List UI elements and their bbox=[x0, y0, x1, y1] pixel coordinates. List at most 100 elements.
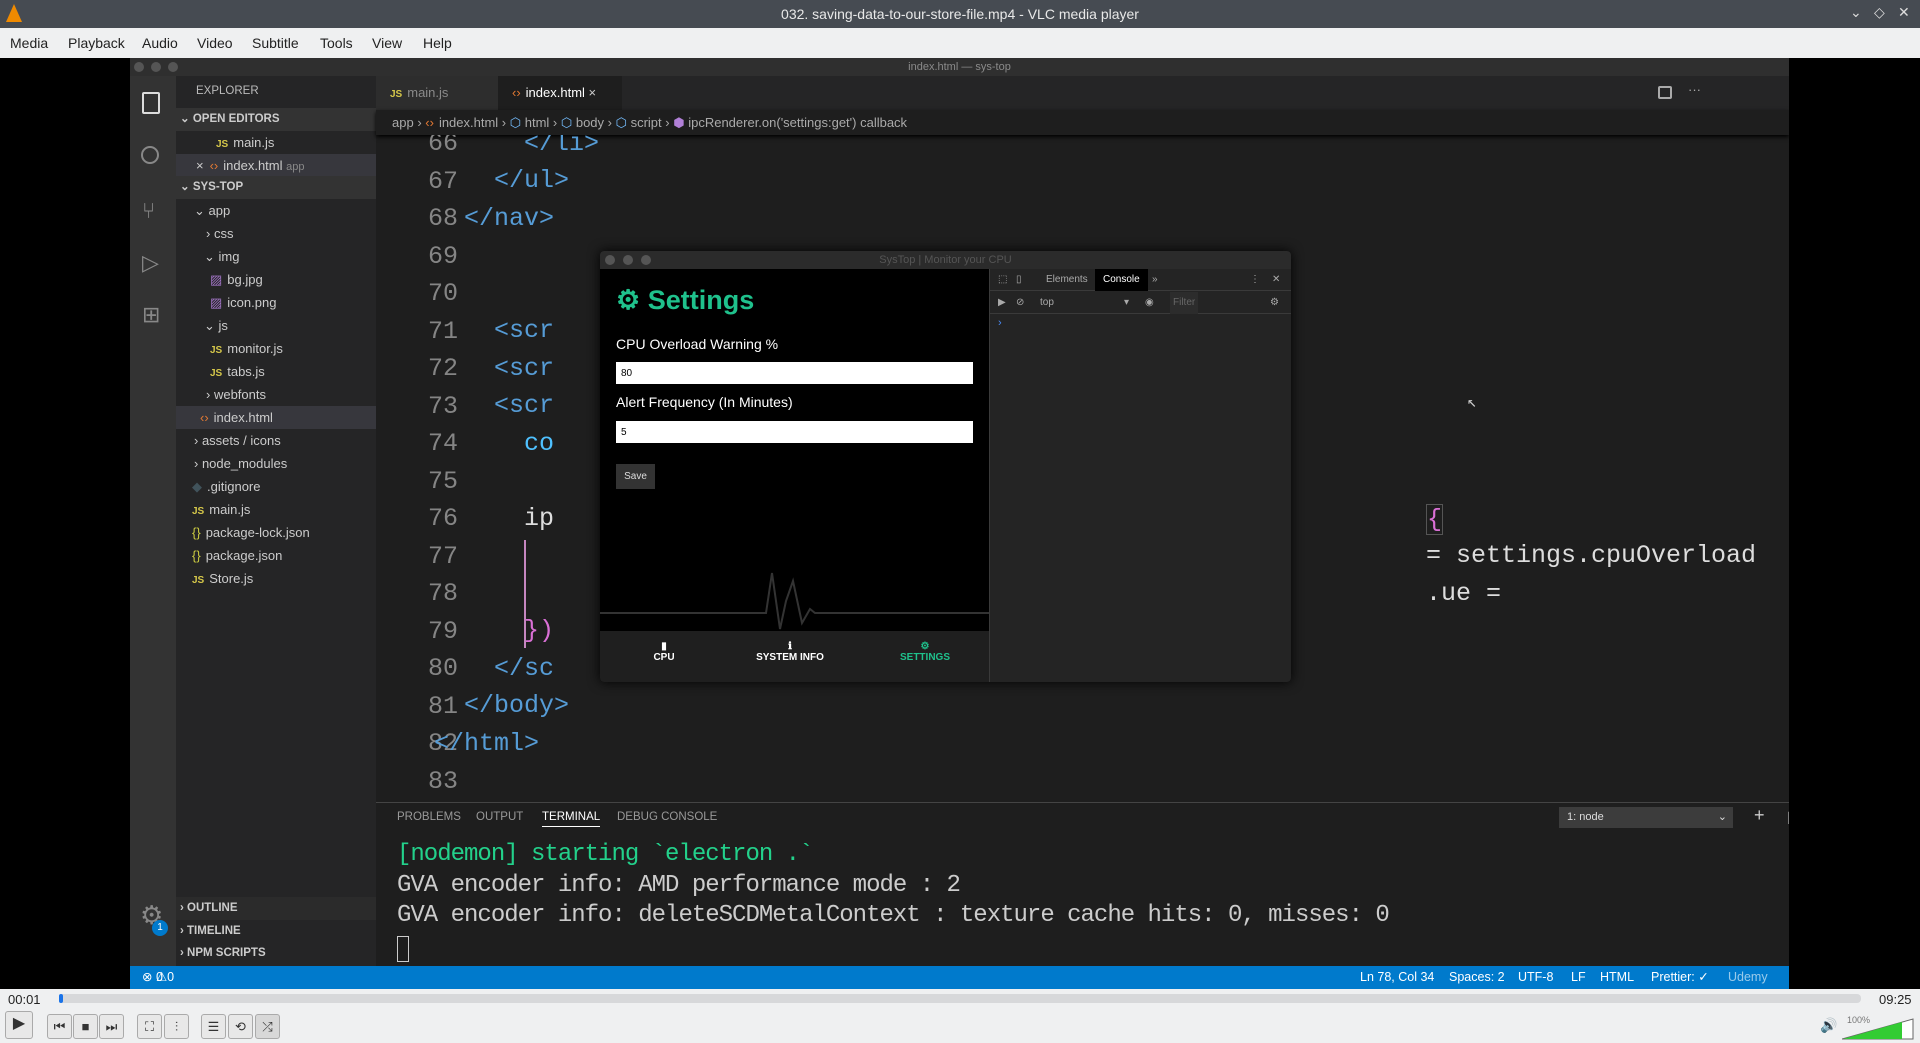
tab-main-js[interactable]: JS main.js bbox=[376, 76, 498, 110]
tree-folder-node-modules[interactable]: › node_modules bbox=[176, 452, 376, 475]
cursor-position[interactable]: Ln 78, Col 34 bbox=[1360, 966, 1434, 989]
problems-indicator[interactable]: ⊗ 0 ⚠ 0 bbox=[142, 966, 174, 989]
fullscreen-button[interactable]: ⛶ bbox=[137, 1014, 162, 1039]
more-tabs-icon[interactable]: » bbox=[1152, 269, 1158, 291]
close-button[interactable]: ✕ bbox=[1898, 4, 1910, 21]
menu-view[interactable]: View bbox=[372, 35, 402, 51]
new-terminal-icon[interactable]: + bbox=[1754, 805, 1765, 826]
tree-file-index-html[interactable]: ‹› index.html bbox=[176, 406, 376, 429]
loop-button[interactable]: ⟲ bbox=[228, 1014, 253, 1039]
playlist-button[interactable]: ☰ bbox=[201, 1014, 226, 1039]
shuffle-button[interactable]: ⤮ bbox=[255, 1014, 280, 1039]
tree-file-main-js[interactable]: JS main.js bbox=[176, 498, 376, 521]
tree-file-monitor[interactable]: JS monitor.js bbox=[176, 337, 376, 360]
menu-subtitle[interactable]: Subtitle bbox=[252, 35, 299, 51]
open-editors-header[interactable]: ⌄ OPEN EDITORS bbox=[176, 108, 376, 131]
tree-file-gitignore[interactable]: ◆ .gitignore bbox=[176, 475, 376, 498]
outline-section[interactable]: › OUTLINE bbox=[176, 897, 376, 920]
tab-elements[interactable]: Elements bbox=[1046, 269, 1088, 291]
indentation[interactable]: Spaces: 2 bbox=[1449, 966, 1505, 989]
source-control-icon[interactable]: ⑂ bbox=[142, 198, 155, 224]
run-debug-icon[interactable]: ▷ bbox=[142, 250, 159, 276]
tab-debug-console[interactable]: DEBUG CONSOLE bbox=[617, 811, 717, 823]
open-editor-main-js[interactable]: JS main.js bbox=[176, 131, 376, 154]
tree-folder-js[interactable]: ⌄ js bbox=[176, 314, 376, 337]
sidebar-toggle-icon[interactable]: ▶ bbox=[998, 292, 1006, 314]
project-header[interactable]: ⌄ SYS-TOP bbox=[176, 176, 376, 199]
line-ending[interactable]: LF bbox=[1571, 966, 1586, 989]
menu-video[interactable]: Video bbox=[197, 35, 233, 51]
tree-folder-assets[interactable]: › assets / icons bbox=[176, 429, 376, 452]
clear-console-icon[interactable]: ⊘ bbox=[1016, 292, 1024, 314]
next-button[interactable]: ⏭ bbox=[99, 1014, 124, 1039]
close-icon[interactable]: × bbox=[589, 85, 597, 100]
breadcrumb-item[interactable]: ipcRenderer.on('settings:get') callback bbox=[688, 115, 907, 130]
menu-help[interactable]: Help bbox=[423, 35, 452, 51]
split-editor-icon[interactable] bbox=[1658, 86, 1672, 99]
encoding[interactable]: UTF-8 bbox=[1518, 966, 1553, 989]
breadcrumb-item[interactable]: html bbox=[525, 115, 550, 130]
tree-folder-app[interactable]: ⌄ app bbox=[176, 199, 376, 222]
chevron-down-icon[interactable]: ▾ bbox=[1124, 292, 1129, 314]
extended-settings-button[interactable]: ⫶ bbox=[164, 1014, 189, 1039]
more-actions-icon[interactable]: ··· bbox=[1688, 82, 1701, 97]
code-line-75: ip bbox=[524, 504, 555, 533]
search-icon[interactable] bbox=[141, 146, 159, 164]
tree-file-package-json[interactable]: {} package.json bbox=[176, 544, 376, 567]
nav-settings[interactable]: ⚙ SETTINGS bbox=[885, 641, 965, 663]
tab-terminal[interactable]: TERMINAL bbox=[542, 811, 601, 827]
extensions-icon[interactable]: ⊞ bbox=[142, 302, 160, 328]
device-toolbar-icon[interactable]: ▯ bbox=[1016, 269, 1022, 291]
npm-scripts-section[interactable]: › NPM SCRIPTS bbox=[176, 942, 376, 965]
nav-cpu[interactable]: ▮ CPU bbox=[644, 641, 684, 663]
prettier-status[interactable]: Prettier: ✓ bbox=[1651, 966, 1709, 989]
stop-button[interactable]: ■ bbox=[73, 1014, 98, 1039]
eye-icon[interactable]: ◉ bbox=[1145, 292, 1154, 314]
kebab-menu-icon[interactable]: ⋮ bbox=[1250, 269, 1260, 291]
breadcrumb-item[interactable]: index.html bbox=[439, 115, 498, 130]
menu-tools[interactable]: Tools bbox=[320, 35, 353, 51]
split-terminal-icon[interactable]: ◫ bbox=[1787, 807, 1789, 827]
terminal-select[interactable]: 1: node ⌄ bbox=[1559, 807, 1733, 828]
breadcrumb-item[interactable]: app bbox=[392, 115, 414, 130]
timeline-section[interactable]: › TIMELINE bbox=[176, 920, 376, 943]
menu-media[interactable]: Media bbox=[10, 35, 48, 51]
tab-console[interactable]: Console bbox=[1095, 269, 1148, 291]
tab-output[interactable]: OUTPUT bbox=[476, 811, 523, 823]
tree-folder-img[interactable]: ⌄ img bbox=[176, 245, 376, 268]
open-editor-index-html[interactable]: × ‹› index.html app bbox=[176, 154, 376, 177]
volume-icon[interactable]: 🔊 bbox=[1820, 1017, 1837, 1034]
minimize-button[interactable]: ⌄ bbox=[1850, 4, 1862, 21]
cpu-overload-input[interactable] bbox=[616, 362, 973, 384]
tree-file-icon-png[interactable]: ▨ icon.png bbox=[176, 291, 376, 314]
breadcrumb-item[interactable]: script bbox=[631, 115, 662, 130]
tree-file-bg[interactable]: ▨ bg.jpg bbox=[176, 268, 376, 291]
tree-file-tabs[interactable]: JS tabs.js bbox=[176, 360, 376, 383]
seek-bar[interactable] bbox=[59, 994, 1861, 1003]
menu-playback[interactable]: Playback bbox=[68, 35, 125, 51]
breadcrumb-item[interactable]: body bbox=[576, 115, 604, 130]
console-settings-icon[interactable]: ⚙ bbox=[1270, 292, 1279, 314]
tree-folder-css[interactable]: › css bbox=[176, 222, 376, 245]
inspect-icon[interactable]: ⬚ bbox=[998, 269, 1007, 291]
filter-input[interactable]: Filter bbox=[1170, 292, 1199, 314]
explorer-icon[interactable] bbox=[142, 92, 160, 114]
maximize-button[interactable]: ◇ bbox=[1874, 4, 1885, 21]
console-prompt[interactable]: › bbox=[998, 317, 1002, 329]
close-devtools-icon[interactable]: ✕ bbox=[1272, 269, 1280, 291]
alert-frequency-input[interactable] bbox=[616, 421, 973, 443]
tree-file-store[interactable]: JS Store.js bbox=[176, 567, 376, 590]
menu-audio[interactable]: Audio bbox=[142, 35, 178, 51]
nav-system-info[interactable]: ℹ SYSTEM INFO bbox=[745, 641, 835, 663]
context-select[interactable]: top bbox=[1040, 292, 1054, 314]
language-mode[interactable]: HTML bbox=[1600, 966, 1634, 989]
save-button[interactable]: Save bbox=[616, 464, 655, 489]
tab-problems[interactable]: PROBLEMS bbox=[397, 811, 461, 823]
video-area[interactable]: index.html — sys-top ⑂ ▷ ⊞ ⚙ 1 EXPLORER … bbox=[0, 58, 1920, 989]
tree-file-package-lock[interactable]: {} package-lock.json bbox=[176, 521, 376, 544]
tree-folder-webfonts[interactable]: › webfonts bbox=[176, 383, 376, 406]
tab-index-html[interactable]: ‹› index.html × bbox=[498, 76, 622, 110]
close-icon[interactable]: × bbox=[196, 158, 204, 173]
previous-button[interactable]: ⏮ bbox=[47, 1014, 72, 1039]
play-button[interactable]: ▶ bbox=[5, 1011, 33, 1039]
